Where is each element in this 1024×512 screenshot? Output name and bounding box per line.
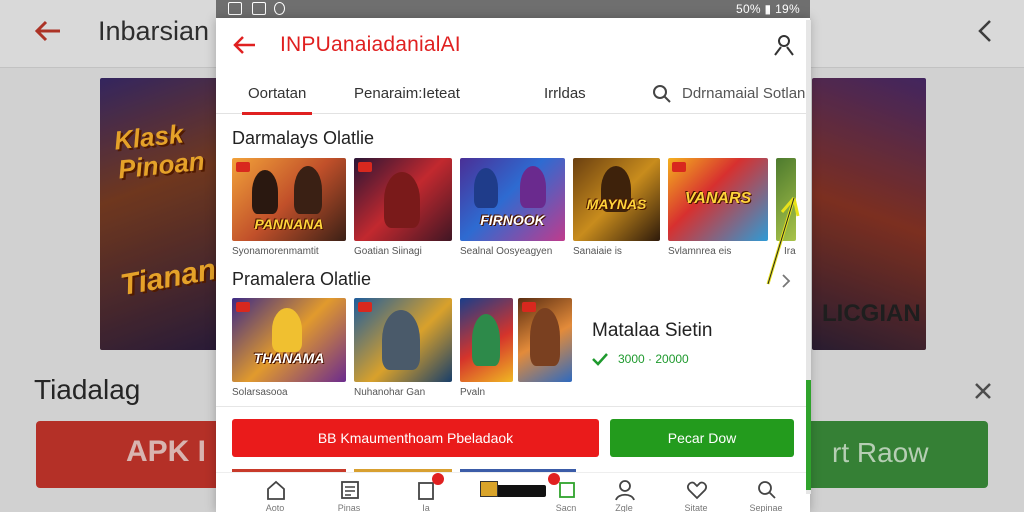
game-tile[interactable] xyxy=(354,298,452,382)
tile-art-text: THANAMA xyxy=(253,350,325,366)
tile-caption: Syonamorenmamtit xyxy=(232,246,319,257)
tile-badge xyxy=(522,302,536,312)
store-dialog: INPUanaiadanialAI Oortatan Penaraim:Iete… xyxy=(216,18,810,512)
nav-gallery[interactable]: Sacn xyxy=(536,473,596,512)
game-tile[interactable]: PANNANA xyxy=(232,158,346,241)
feature-subtitle: 3000 · 20000 xyxy=(618,352,689,366)
nav-label: Sepinae xyxy=(749,503,783,512)
app-header: INPUanaiadanialAI xyxy=(216,18,810,72)
game-tile[interactable]: FIRNOOK xyxy=(460,158,565,241)
tile-badge xyxy=(236,302,250,312)
tile-figure xyxy=(472,314,500,366)
nav-label: Ia xyxy=(422,503,430,512)
gallery-icon xyxy=(559,482,575,498)
tile-badge xyxy=(672,162,686,172)
tile-caption: Nuhanohar Gan xyxy=(354,387,426,398)
tab-permissions[interactable]: Penaraim:Ieteat xyxy=(354,74,460,114)
game-tile[interactable] xyxy=(460,298,513,382)
nav-media[interactable] xyxy=(474,477,546,512)
nav-label: Zgle xyxy=(615,503,633,512)
tile-figure xyxy=(294,166,322,214)
checkmark-icon xyxy=(592,353,608,366)
status-app-icon xyxy=(228,2,242,15)
tile-caption: Solarsasooa xyxy=(232,387,288,398)
game-tile[interactable]: MAYNAS xyxy=(573,158,660,241)
section-title: Darmalays Olatlie xyxy=(232,128,375,148)
nav-label: Sitate xyxy=(684,503,708,512)
nav-label: Pinas xyxy=(337,503,361,512)
nav-search[interactable]: Sepinae xyxy=(736,477,796,512)
tile-figure xyxy=(382,310,420,370)
tab-search-label[interactable]: Ddrnamaial Sotlan xyxy=(682,74,805,114)
divider xyxy=(216,406,810,407)
status-app-icon xyxy=(252,2,266,15)
tile-caption: Sanaiaie is xyxy=(573,246,622,257)
tile-caption: Sealnal Oosyeagyen xyxy=(460,246,553,257)
tab-bar: Oortatan Penaraim:Ieteat Irrldas Ddrnama… xyxy=(216,74,810,115)
tab-overview[interactable]: Oortatan xyxy=(241,74,313,115)
notification-badge xyxy=(548,473,560,485)
tile-art-text: MAYNAS xyxy=(586,196,647,212)
tile-caption: Svlamnrea eis xyxy=(668,246,732,257)
open-button[interactable]: Pecar Dow xyxy=(610,419,794,457)
search-icon[interactable] xyxy=(652,84,672,104)
nav-label: Sacn xyxy=(555,503,577,512)
tile-badge xyxy=(358,302,372,312)
tile-figure xyxy=(384,172,420,228)
tile-figure xyxy=(272,308,302,352)
search-icon xyxy=(758,481,776,499)
game-tile[interactable]: THANAMA xyxy=(232,298,346,382)
nav-label: Aoto xyxy=(265,503,285,512)
tile-figure xyxy=(520,166,546,208)
game-tile[interactable] xyxy=(354,158,452,241)
tile-caption: Pvaln xyxy=(460,387,486,398)
back-arrow-icon[interactable] xyxy=(232,32,258,58)
media-icon xyxy=(480,481,498,497)
nav-favorites[interactable]: Sitate xyxy=(666,477,726,512)
tile-caption: Goatian Siinagi xyxy=(354,246,422,257)
section-title: Pramalera Olatlie xyxy=(232,269,372,289)
tab-related[interactable]: Irrldas xyxy=(544,74,586,114)
download-button[interactable]: BB Kmaumenthoam Pbeladaok xyxy=(232,419,599,457)
account-icon[interactable] xyxy=(772,33,796,57)
status-right-text: 50% ▮ 19% xyxy=(735,2,800,16)
heart-icon xyxy=(687,481,707,500)
tile-art-text: VANARS xyxy=(684,190,752,207)
status-bar: 50% ▮ 19% xyxy=(216,0,810,18)
tile-badge xyxy=(358,162,372,172)
nav-profile[interactable]: Zgle xyxy=(594,477,654,512)
profile-icon xyxy=(615,480,635,501)
tile-figure xyxy=(252,170,278,214)
home-icon xyxy=(267,480,285,500)
nav-notifications[interactable]: Ia xyxy=(396,473,456,512)
bottom-nav: Aoto Pinas Ia Sacn Zgle Sitate Sepinae xyxy=(216,472,810,512)
news-icon xyxy=(341,481,359,499)
tile-badge xyxy=(236,162,250,172)
game-tile[interactable] xyxy=(518,298,572,382)
game-tile[interactable]: VANARS xyxy=(668,158,768,241)
feature-title: Matalaa Sietin xyxy=(592,320,713,341)
tile-figure xyxy=(530,308,560,366)
tile-art-text: PANNANA xyxy=(254,216,324,232)
status-app-icon xyxy=(274,2,285,15)
tile-figure xyxy=(474,168,498,208)
nav-home[interactable]: Aoto xyxy=(245,477,305,512)
scrollbar-thumb[interactable] xyxy=(806,380,811,490)
scrollbar[interactable] xyxy=(806,20,811,494)
app-title: INPUanaiadanialAI xyxy=(280,33,461,56)
nav-news[interactable]: Pinas xyxy=(319,477,379,512)
notification-badge xyxy=(432,473,444,485)
annotation-arrow-icon xyxy=(766,197,800,285)
tile-art-text: FIRNOOK xyxy=(480,212,545,228)
screen: Inbarsian Klask Pinoan Tiananan LICGIAN … xyxy=(0,0,1024,512)
